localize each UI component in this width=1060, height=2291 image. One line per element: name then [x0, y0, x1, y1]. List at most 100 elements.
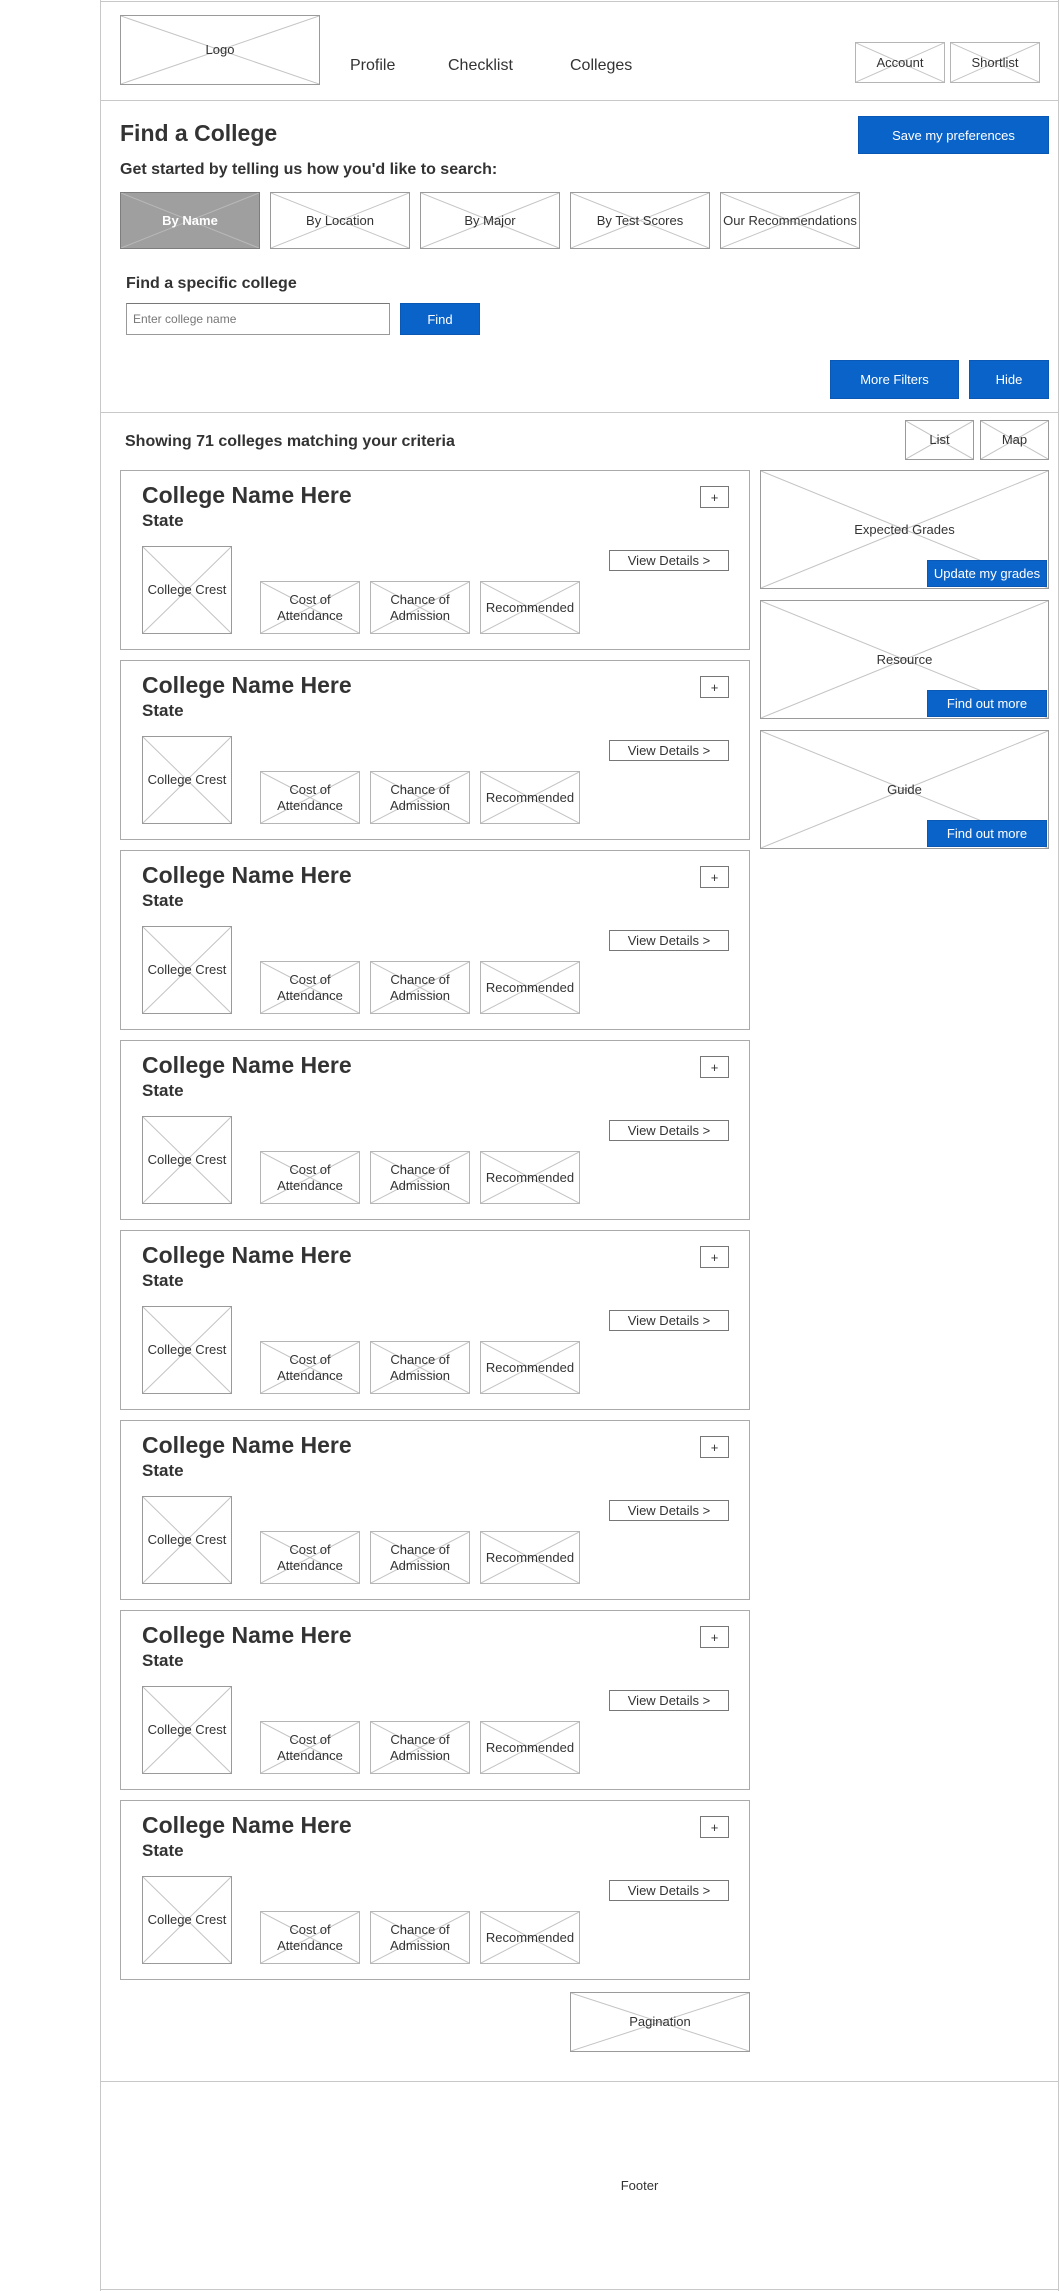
- cost-of-attendance-tile[interactable]: Cost of Attendance: [260, 1341, 360, 1394]
- college-state: State: [142, 1841, 184, 1860]
- college-state: State: [142, 1271, 184, 1290]
- recommended-tile[interactable]: Recommended: [480, 771, 580, 824]
- add-to-shortlist-button[interactable]: +: [700, 676, 729, 698]
- tab-by-name[interactable]: By Name: [120, 192, 260, 249]
- college-name[interactable]: College Name Here: [142, 1242, 352, 1269]
- crest-label: College Crest: [147, 1152, 227, 1167]
- college-state: State: [142, 1461, 184, 1480]
- crest-label: College Crest: [147, 582, 227, 597]
- recommended-tile[interactable]: Recommended: [480, 1531, 580, 1584]
- recommended-tile[interactable]: Recommended: [480, 1911, 580, 1964]
- chance-of-admission-tile[interactable]: Chance of Admission: [370, 1531, 470, 1584]
- cost-of-attendance-tile[interactable]: Cost of Attendance: [260, 1151, 360, 1204]
- tab-by-test-scores[interactable]: By Test Scores: [570, 192, 710, 249]
- college-state: State: [142, 891, 184, 910]
- recommended-tile[interactable]: Recommended: [480, 1151, 580, 1204]
- college-crest: College Crest: [142, 546, 232, 634]
- cost-of-attendance-tile[interactable]: Cost of Attendance: [260, 1911, 360, 1964]
- recommended-tile[interactable]: Recommended: [480, 961, 580, 1014]
- college-name[interactable]: College Name Here: [142, 1622, 352, 1649]
- account-label: Account: [876, 54, 924, 70]
- add-to-shortlist-button[interactable]: +: [700, 866, 729, 888]
- college-state: State: [142, 511, 184, 530]
- college-name[interactable]: College Name Here: [142, 1432, 352, 1459]
- college-name-input[interactable]: [126, 303, 390, 335]
- college-name[interactable]: College Name Here: [142, 1052, 352, 1079]
- cost-of-attendance-tile[interactable]: Cost of Attendance: [260, 961, 360, 1014]
- crest-label: College Crest: [147, 1342, 227, 1357]
- find-button[interactable]: Find: [400, 303, 480, 335]
- view-details-button[interactable]: View Details >: [609, 740, 729, 761]
- chance-of-admission-tile[interactable]: Chance of Admission: [370, 1341, 470, 1394]
- add-to-shortlist-button[interactable]: +: [700, 1816, 729, 1838]
- resource-find-out-more-button[interactable]: Find out more: [927, 690, 1047, 717]
- chance-of-admission-tile[interactable]: Chance of Admission: [370, 771, 470, 824]
- chance-of-admission-tile[interactable]: Chance of Admission: [370, 1911, 470, 1964]
- cost-label: Cost of Attendance: [277, 971, 343, 1003]
- college-card: College Name Here State + View Details > Col…: [120, 850, 750, 1030]
- cost-label: Cost of Attendance: [277, 1351, 343, 1383]
- add-to-shortlist-button[interactable]: +: [700, 1246, 729, 1268]
- widget-label: Guide: [887, 782, 922, 797]
- page-top-border: [100, 1, 1059, 2]
- chance-of-admission-tile[interactable]: Chance of Admission: [370, 1721, 470, 1774]
- update-grades-button[interactable]: Update my grades: [927, 560, 1047, 587]
- guide-find-out-more-button[interactable]: Find out more: [927, 820, 1047, 847]
- tab-by-location[interactable]: By Location: [270, 192, 410, 249]
- list-view-toggle[interactable]: List: [905, 420, 974, 460]
- nav-profile[interactable]: Profile: [350, 57, 395, 75]
- site-footer: Footer: [100, 2082, 1059, 2289]
- cost-of-attendance-tile[interactable]: Cost of Attendance: [260, 581, 360, 634]
- cost-of-attendance-tile[interactable]: Cost of Attendance: [260, 1721, 360, 1774]
- more-filters-button[interactable]: More Filters: [830, 360, 959, 399]
- account-button[interactable]: Account: [855, 42, 945, 83]
- add-to-shortlist-button[interactable]: +: [700, 1436, 729, 1458]
- page-bottom-border: [100, 2289, 1059, 2290]
- college-name[interactable]: College Name Here: [142, 672, 352, 699]
- view-details-button[interactable]: View Details >: [609, 1690, 729, 1711]
- tab-our-recommendations[interactable]: Our Recommendations: [720, 192, 860, 249]
- hide-filters-button[interactable]: Hide: [969, 360, 1049, 399]
- view-details-button[interactable]: View Details >: [609, 1880, 729, 1901]
- view-details-button[interactable]: View Details >: [609, 930, 729, 951]
- chance-of-admission-tile[interactable]: Chance of Admission: [370, 1151, 470, 1204]
- add-to-shortlist-button[interactable]: +: [700, 1626, 729, 1648]
- cost-of-attendance-tile[interactable]: Cost of Attendance: [260, 771, 360, 824]
- chance-of-admission-tile[interactable]: Chance of Admission: [370, 961, 470, 1014]
- add-to-shortlist-button[interactable]: +: [700, 1056, 729, 1078]
- tab-by-major[interactable]: By Major: [420, 192, 560, 249]
- results-summary: Showing 71 colleges matching your criter…: [125, 433, 455, 450]
- recommended-tile[interactable]: Recommended: [480, 1341, 580, 1394]
- recommended-label: Recommended: [485, 599, 575, 615]
- view-details-button[interactable]: View Details >: [609, 1120, 729, 1141]
- chance-label: Chance of Admission: [390, 591, 450, 623]
- shortlist-button[interactable]: Shortlist: [950, 42, 1040, 83]
- cost-label: Cost of Attendance: [277, 591, 343, 623]
- recommended-label: Recommended: [485, 1739, 575, 1755]
- pagination[interactable]: Pagination: [570, 1992, 750, 2052]
- chance-label: Chance of Admission: [390, 1731, 450, 1763]
- list-view-label: List: [929, 432, 950, 447]
- nav-checklist[interactable]: Checklist: [448, 57, 513, 75]
- shortlist-label: Shortlist: [971, 54, 1019, 70]
- chance-label: Chance of Admission: [390, 971, 450, 1003]
- view-details-button[interactable]: View Details >: [609, 1310, 729, 1331]
- recommended-label: Recommended: [485, 979, 575, 995]
- save-preferences-button[interactable]: Save my preferences: [858, 116, 1049, 154]
- recommended-tile[interactable]: Recommended: [480, 1721, 580, 1774]
- add-to-shortlist-button[interactable]: +: [700, 486, 729, 508]
- recommended-label: Recommended: [485, 789, 575, 805]
- logo[interactable]: Logo: [120, 15, 320, 85]
- map-view-toggle[interactable]: Map: [980, 420, 1049, 460]
- cost-of-attendance-tile[interactable]: Cost of Attendance: [260, 1531, 360, 1584]
- nav-colleges[interactable]: Colleges: [570, 57, 632, 75]
- college-state: State: [142, 1651, 184, 1670]
- chance-of-admission-tile[interactable]: Chance of Admission: [370, 581, 470, 634]
- view-details-button[interactable]: View Details >: [609, 550, 729, 571]
- college-name[interactable]: College Name Here: [142, 482, 352, 509]
- college-name[interactable]: College Name Here: [142, 1812, 352, 1839]
- college-name[interactable]: College Name Here: [142, 862, 352, 889]
- recommended-tile[interactable]: Recommended: [480, 581, 580, 634]
- page-right-border: [1058, 0, 1059, 2291]
- view-details-button[interactable]: View Details >: [609, 1500, 729, 1521]
